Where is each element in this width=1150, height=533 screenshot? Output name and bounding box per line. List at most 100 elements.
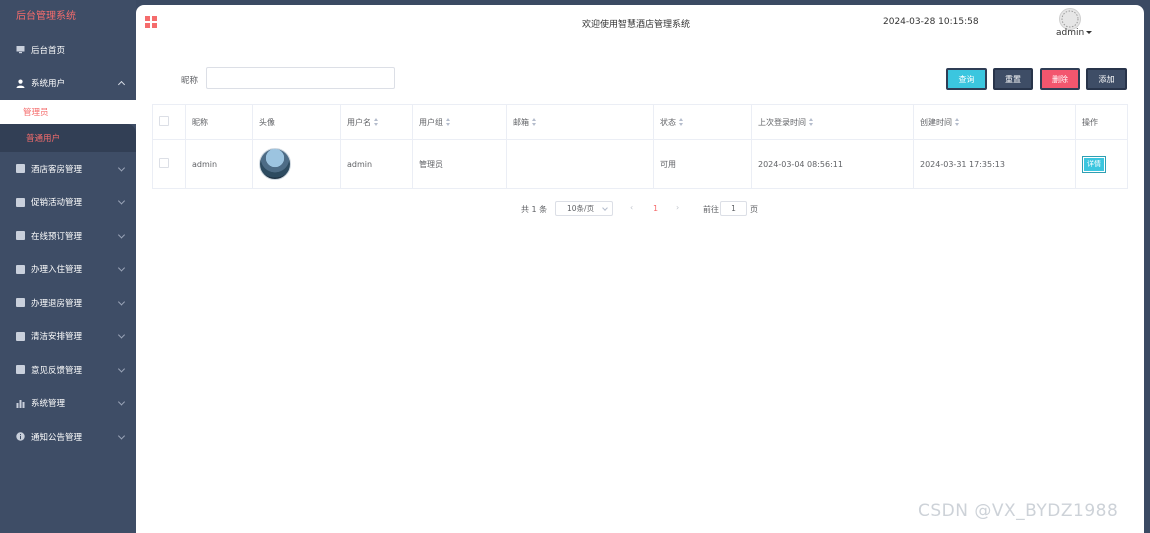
column-header[interactable]: 上次登录时间	[751, 104, 914, 140]
column-header: 操作	[1075, 104, 1128, 140]
reset-button[interactable]: 重置	[993, 68, 1033, 90]
select-all-checkbox[interactable]	[159, 116, 169, 126]
sidebar-item-system[interactable]: 系统管理	[0, 387, 136, 421]
table-header-row: 昵称 头像 用户名 用户组 邮箱 状态 上次登录时间 创建时间 操作	[152, 104, 1128, 140]
info-icon	[16, 432, 25, 441]
submenu-active-wrap: 管理员	[0, 100, 136, 124]
sidebar-item-bookings[interactable]: 在线预订管理	[0, 219, 136, 253]
goto-label: 前往	[703, 205, 719, 214]
cell-action: 详情	[1075, 139, 1128, 189]
chevron-down-icon	[117, 231, 126, 239]
app-title: 后台管理系统	[16, 11, 76, 22]
column-header[interactable]: 创建时间	[913, 104, 1076, 140]
sidebar-item-feedback[interactable]: 意见反馈管理	[0, 353, 136, 387]
chevron-up-icon	[117, 81, 126, 89]
user-icon	[16, 79, 25, 88]
sidebar-subitem-normal-users[interactable]: 普通用户	[0, 124, 136, 152]
nickname-input[interactable]	[206, 67, 395, 89]
sidebar-item-promotions[interactable]: 促销活动管理	[0, 186, 136, 220]
avatar[interactable]	[1059, 8, 1081, 30]
page-size-select[interactable]: 10条/页	[555, 201, 613, 216]
column-header-label: 邮箱	[513, 117, 529, 127]
main-panel: 欢迎使用智慧酒店管理系统 2024-03-28 10:15:58 admin 昵…	[136, 5, 1144, 533]
sidebar-item-label: 系统用户	[31, 79, 66, 90]
sort-icon[interactable]	[679, 118, 684, 126]
column-header[interactable]: 邮箱	[506, 104, 654, 140]
sidebar-item-label: 后台首页	[31, 45, 66, 56]
cell-nickname: admin	[185, 139, 253, 189]
caret-down-icon	[1086, 31, 1093, 34]
page-size-value: 10条/页	[567, 204, 595, 213]
chevron-down-icon	[117, 365, 126, 373]
query-button[interactable]: 查询	[946, 68, 987, 90]
sort-icon[interactable]	[446, 118, 451, 126]
list-icon	[16, 298, 25, 308]
chevron-down-icon	[117, 432, 126, 440]
sort-icon[interactable]	[955, 118, 960, 126]
sort-icon[interactable]	[374, 118, 379, 126]
column-header-label: 用户组	[419, 117, 443, 127]
table-row: admin admin 管理员 可用 2024-03-04 08:56:11 2…	[152, 139, 1128, 189]
menu-grid-icon[interactable]	[145, 16, 158, 29]
list-icon	[16, 231, 25, 241]
prev-page-button[interactable]: ‹	[630, 203, 633, 212]
list-icon	[16, 331, 25, 341]
sidebar-item-cleaning[interactable]: 清洁安排管理	[0, 320, 136, 354]
list-icon	[16, 264, 25, 274]
nickname-label: 昵称	[181, 76, 199, 86]
chevron-down-icon	[117, 197, 126, 205]
sidebar-item-label: 意见反馈管理	[31, 365, 83, 376]
sidebar-item-home[interactable]: 后台首页	[0, 33, 136, 67]
delete-button[interactable]: 删除	[1040, 68, 1080, 90]
user-menu[interactable]: admin	[1056, 28, 1093, 38]
list-icon	[16, 164, 25, 174]
sidebar-item-label: 促销活动管理	[31, 198, 83, 209]
top-header: 欢迎使用智慧酒店管理系统 2024-03-28 10:15:58 admin	[136, 5, 1144, 41]
sidebar-item-label: 办理入住管理	[31, 265, 83, 276]
row-select-cell	[152, 139, 186, 189]
cell-username: admin	[340, 139, 413, 189]
monitor-icon	[16, 45, 25, 54]
sort-icon[interactable]	[532, 118, 537, 126]
row-checkbox[interactable]	[159, 158, 169, 168]
sidebar-item-system-users[interactable]: 系统用户	[0, 66, 136, 100]
sidebar-item-checkin[interactable]: 办理入住管理	[0, 253, 136, 287]
page-suffix: 页	[750, 205, 758, 214]
detail-button[interactable]: 详情	[1082, 155, 1106, 173]
column-header[interactable]: 状态	[653, 104, 752, 140]
sidebar-item-label: 系统管理	[31, 399, 66, 410]
welcome-text: 欢迎使用智慧酒店管理系统	[582, 20, 691, 30]
goto-page-input[interactable]	[720, 201, 747, 216]
sidebar-item-label: 酒店客房管理	[31, 164, 83, 175]
user-name: admin	[1056, 28, 1085, 38]
cell-status: 可用	[653, 139, 752, 189]
column-header-label: 头像	[259, 117, 275, 127]
sidebar-item-label: 在线预订管理	[31, 231, 83, 242]
sidebar-item-label: 通知公告管理	[31, 432, 83, 443]
chevron-down-icon	[117, 398, 126, 406]
sidebar-subitem-label: 普通用户	[26, 134, 61, 144]
chevron-down-icon	[117, 331, 126, 339]
column-header[interactable]: 用户名	[340, 104, 413, 140]
next-page-button[interactable]: ›	[676, 203, 679, 212]
pagination-total: 共 1 条	[521, 205, 548, 214]
current-datetime: 2024-03-28 10:15:58	[883, 17, 979, 27]
page-number-current[interactable]: 1	[653, 204, 658, 213]
cell-last-login: 2024-03-04 08:56:11	[751, 139, 914, 189]
chevron-down-icon	[117, 298, 126, 306]
sidebar-item-rooms[interactable]: 酒店客房管理	[0, 152, 136, 186]
cell-group: 管理员	[412, 139, 507, 189]
list-icon	[16, 197, 25, 207]
column-header: 昵称	[185, 104, 253, 140]
cell-avatar	[252, 139, 341, 189]
sidebar-item-checkout[interactable]: 办理退房管理	[0, 286, 136, 320]
column-header[interactable]: 用户组	[412, 104, 507, 140]
cell-created: 2024-03-31 17:35:13	[913, 139, 1076, 189]
column-header-label: 操作	[1082, 117, 1098, 127]
sort-icon[interactable]	[809, 118, 814, 126]
add-button[interactable]: 添加	[1086, 68, 1127, 90]
sidebar-subitem-admin[interactable]: 管理员	[0, 102, 136, 122]
admin-table: 昵称 头像 用户名 用户组 邮箱 状态 上次登录时间 创建时间 操作 admin…	[152, 104, 1128, 189]
sidebar-item-notices[interactable]: 通知公告管理	[0, 420, 136, 454]
column-header-label: 状态	[660, 117, 676, 127]
